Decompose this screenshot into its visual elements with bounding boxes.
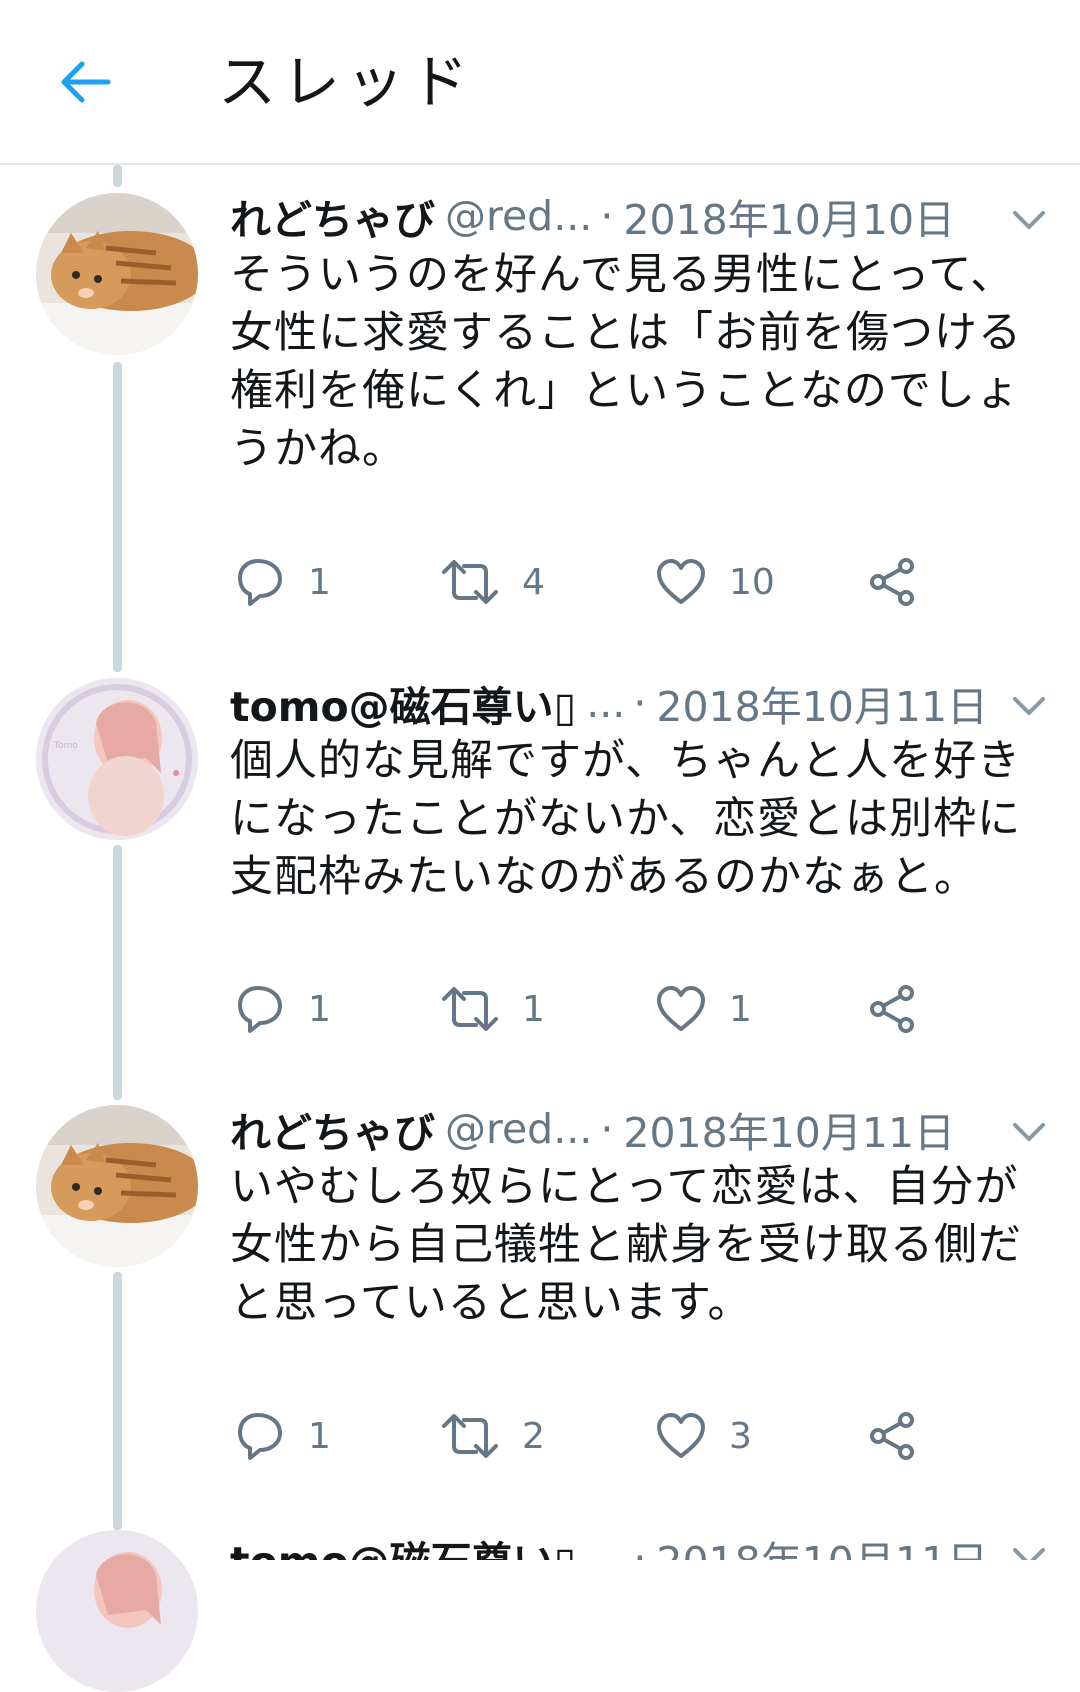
like-count: 1 <box>729 988 752 1030</box>
retweet-count: 2 <box>522 1415 545 1457</box>
back-button[interactable] <box>56 52 116 112</box>
thread-connector <box>113 1272 122 1530</box>
tweet-actions: 1 1 1 <box>230 979 1030 1039</box>
like-button[interactable]: 10 <box>655 552 775 612</box>
retweet-button[interactable]: 4 <box>440 552 545 612</box>
username[interactable]: ... <box>586 679 625 727</box>
reply-icon <box>230 983 286 1035</box>
like-count: 3 <box>729 1415 752 1457</box>
chevron-down-icon[interactable] <box>1010 1120 1048 1144</box>
timestamp[interactable]: 2018年10月10日 <box>623 196 955 244</box>
retweet-icon <box>440 983 500 1035</box>
timestamp[interactable]: 2018年10月11日 <box>656 1538 988 1560</box>
share-button[interactable] <box>866 979 918 1039</box>
cat-avatar <box>36 193 198 355</box>
separator: · <box>600 192 614 240</box>
cat-avatar <box>36 1105 198 1267</box>
reply-button[interactable]: 1 <box>230 552 331 612</box>
share-button[interactable] <box>866 552 918 612</box>
username[interactable]: ... <box>586 1534 625 1560</box>
avatar[interactable] <box>36 193 198 355</box>
svg-text:Tomo: Tomo <box>53 741 78 751</box>
avatar[interactable] <box>36 1105 198 1267</box>
retweet-icon <box>440 556 500 608</box>
tweet-text: いやむしろ奴らにとって恋愛は、自分が女性から自己犠牲と献身を受け取る側だと思って… <box>230 1162 1022 1328</box>
display-name[interactable]: tomo@磁石尊い▯ <box>230 1538 576 1560</box>
retweet-button[interactable]: 1 <box>440 979 545 1039</box>
separator: · <box>633 679 647 727</box>
thread-connector <box>113 362 122 672</box>
display-name[interactable]: れどちゃび <box>230 1109 435 1157</box>
display-name[interactable]: れどちゃび <box>230 196 435 244</box>
page-title: スレッド <box>218 48 475 116</box>
tweet-header: tomo@磁石尊い▯... · 2018年10月11日 <box>230 1528 1010 1560</box>
reply-button[interactable]: 1 <box>230 979 331 1039</box>
like-button[interactable]: 3 <box>655 1406 752 1466</box>
reply-button[interactable]: 1 <box>230 1406 331 1466</box>
tweet-text: そういうのを好んで見る男性にとって、女性に求愛することは「お前を傷つける権利を俺… <box>230 250 1022 474</box>
separator: · <box>633 1534 647 1560</box>
heart-icon <box>655 1412 707 1460</box>
tweet-text: 個人的な見解ですが、ちゃんと人を好きになったことがないか、恋愛とは別枠に支配枠み… <box>230 736 1022 902</box>
reply-icon <box>230 1410 286 1462</box>
tweet-actions: 1 2 3 <box>230 1406 1030 1466</box>
like-count: 10 <box>729 561 775 603</box>
username[interactable]: @red... <box>445 1105 592 1153</box>
chevron-down-icon[interactable] <box>1010 694 1048 718</box>
tweet-actions: 1 4 10 <box>230 552 1030 612</box>
reply-count: 1 <box>308 988 331 1030</box>
retweet-count: 1 <box>522 988 545 1030</box>
like-button[interactable]: 1 <box>655 979 752 1039</box>
share-icon <box>866 983 918 1035</box>
avatar[interactable]: Tomo <box>36 678 198 840</box>
display-name[interactable]: tomo@磁石尊い▯ <box>230 683 576 731</box>
heart-icon <box>655 558 707 606</box>
timestamp[interactable]: 2018年10月11日 <box>623 1109 955 1157</box>
top-app-bar: スレッド <box>0 0 1080 165</box>
timestamp[interactable]: 2018年10月11日 <box>656 683 988 731</box>
reply-count: 1 <box>308 1415 331 1457</box>
reply-icon <box>230 556 286 608</box>
share-button[interactable] <box>866 1406 918 1466</box>
chevron-down-icon[interactable] <box>1010 208 1048 232</box>
share-icon <box>866 556 918 608</box>
retweet-icon <box>440 1410 500 1462</box>
chevron-down-icon[interactable] <box>1010 1545 1048 1560</box>
retweet-button[interactable]: 2 <box>440 1406 545 1466</box>
tweet-header: tomo@磁石尊い▯...·2018年10月11日 <box>230 673 1010 733</box>
retweet-count: 4 <box>522 561 545 603</box>
avatar[interactable] <box>36 1530 198 1692</box>
username[interactable]: @red... <box>445 192 592 240</box>
separator: · <box>600 1105 614 1153</box>
tweet-header: れどちゃび @red... · 2018年10月11日 <box>230 1099 1010 1159</box>
share-icon <box>866 1410 918 1462</box>
anime-avatar <box>36 1530 198 1692</box>
reply-count: 1 <box>308 561 331 603</box>
arrow-left-icon <box>61 61 111 103</box>
thread-connector <box>113 165 122 187</box>
anime-avatar: Tomo <box>36 678 198 840</box>
tweet-header: れどちゃび @red... · 2018年10月10日 <box>230 186 1010 246</box>
heart-icon <box>655 985 707 1033</box>
thread-connector <box>113 845 122 1100</box>
